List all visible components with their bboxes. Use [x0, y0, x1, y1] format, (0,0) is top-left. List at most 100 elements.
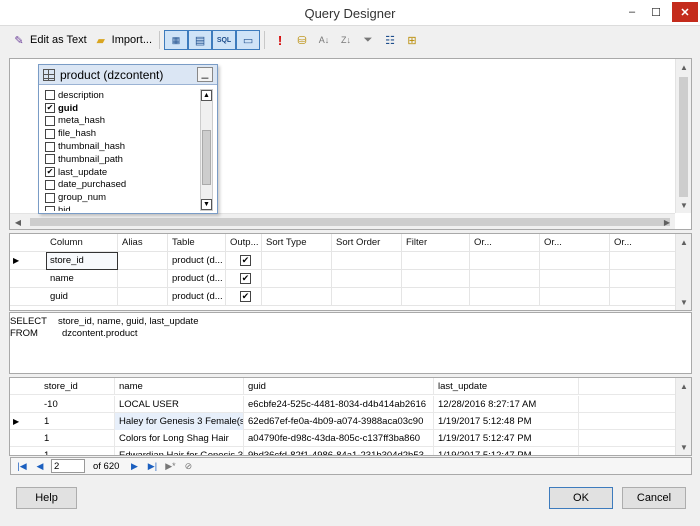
sql-pane-button[interactable]: SQL [212, 30, 237, 50]
scroll-down-icon[interactable]: ▼ [201, 199, 212, 210]
criteria-alias-cell[interactable] [118, 270, 168, 288]
column-item[interactable]: date_purchased [45, 179, 215, 192]
row-indicator-icon[interactable] [10, 288, 46, 305]
criteria-cell[interactable] [470, 288, 540, 306]
edit-as-text-button[interactable]: ✎ Edit as Text [8, 30, 90, 50]
column-item[interactable]: thumbnail_path [45, 153, 215, 166]
column-checkbox[interactable] [45, 205, 55, 211]
criteria-column-header[interactable]: Sort Type [262, 234, 332, 252]
criteria-cell[interactable] [402, 252, 470, 270]
criteria-cell[interactable] [402, 288, 470, 306]
results-column-header[interactable]: last_update [434, 378, 579, 395]
criteria-table-cell[interactable]: product (d... [168, 252, 226, 270]
criteria-cell[interactable] [332, 270, 402, 288]
criteria-alias-cell[interactable] [118, 288, 168, 306]
criteria-cell[interactable] [610, 288, 677, 306]
column-checkbox[interactable]: ✔ [45, 167, 55, 178]
previous-record-icon[interactable]: ◀ [33, 459, 47, 473]
criteria-column-header[interactable]: Or... [540, 234, 610, 252]
criteria-column-header[interactable]: Table [168, 234, 226, 252]
row-indicator-icon[interactable] [10, 270, 46, 287]
minimize-icon[interactable]: _ [197, 66, 213, 82]
run-button[interactable]: ! [269, 30, 291, 50]
criteria-column-cell[interactable]: name [46, 270, 118, 288]
results-column-header[interactable]: store_id [40, 378, 115, 395]
results-cell-guid[interactable]: 62ed67ef-fe0a-4b09-a074-3988aca03c90 [244, 413, 434, 430]
scroll-right-icon[interactable]: ▶ [659, 214, 675, 230]
criteria-cell[interactable] [262, 270, 332, 288]
record-position-input[interactable] [51, 459, 85, 473]
results-cell-name[interactable]: LOCAL USER [115, 396, 244, 413]
criteria-column-header[interactable]: Outp... [226, 234, 262, 252]
output-checkbox[interactable]: ✔ [240, 290, 251, 302]
help-button[interactable]: Help [16, 487, 77, 509]
row-indicator-icon[interactable]: ▶ [10, 413, 40, 429]
scroll-up-icon[interactable]: ▲ [201, 90, 212, 101]
column-checkbox[interactable] [45, 128, 55, 139]
column-item[interactable]: description [45, 89, 215, 102]
column-item[interactable]: meta_hash [45, 115, 215, 128]
table-window-product[interactable]: product (dzcontent) _ description ✔ guid me… [38, 64, 218, 214]
cancel-query-icon[interactable]: ⊘ [181, 459, 195, 473]
add-table-button[interactable]: ⊞ [401, 30, 423, 50]
column-item[interactable]: ✔ last_update [45, 166, 215, 179]
results-cell-store-id[interactable]: 1 [40, 413, 115, 430]
criteria-cell[interactable] [470, 270, 540, 288]
criteria-column-header[interactable]: Or... [470, 234, 540, 252]
column-item[interactable]: hid... [45, 204, 215, 211]
remove-filter-button[interactable]: ⏷ [357, 30, 379, 50]
results-cell-store-id[interactable]: 1 [40, 430, 115, 447]
column-checkbox[interactable] [45, 115, 55, 126]
column-item[interactable]: thumbnail_hash [45, 140, 215, 153]
criteria-column-cell[interactable]: store_id [46, 252, 118, 270]
criteria-table-cell[interactable]: product (d... [168, 270, 226, 288]
diagram-vertical-scrollbar[interactable]: ▲ ▼ [675, 59, 691, 213]
maximize-button[interactable]: ☐ [646, 2, 666, 22]
results-column-header[interactable]: name [115, 378, 244, 395]
first-record-icon[interactable]: |◀ [15, 459, 29, 473]
criteria-column-cell[interactable]: guid [46, 288, 118, 306]
criteria-cell[interactable] [332, 288, 402, 306]
row-indicator-icon[interactable] [10, 396, 40, 412]
diagram-pane-button[interactable]: ▦ [164, 30, 189, 50]
scroll-up-icon[interactable]: ▲ [676, 59, 692, 75]
scroll-up-icon[interactable]: ▲ [676, 234, 691, 250]
results-row[interactable]: ▶ 1 Haley for Genesis 3 Female(s)... 62ed67… [10, 413, 675, 430]
results-cell-store-id[interactable]: -10 [40, 396, 115, 413]
results-cell-guid[interactable]: e6cbfe24-525c-4481-8034-d4b414ab2616 [244, 396, 434, 413]
column-checkbox[interactable] [45, 90, 55, 101]
results-column-header[interactable]: guid [244, 378, 434, 395]
scroll-up-icon[interactable]: ▲ [676, 378, 691, 394]
output-checkbox[interactable]: ✔ [240, 254, 251, 266]
criteria-row[interactable]: ▶ store_id product (d... ✔ [10, 252, 677, 270]
criteria-column-header[interactable]: Column [46, 234, 118, 252]
results-cell-name[interactable]: Haley for Genesis 3 Female(s)... [115, 413, 244, 430]
scroll-thumb[interactable] [30, 218, 670, 226]
column-item[interactable]: group_num [45, 191, 215, 204]
results-row[interactable]: 1 Edwardian Hair for Genesis 3 ... 9bd36cf… [10, 447, 675, 455]
results-cell-last-update[interactable]: 1/19/2017 5:12:47 PM [434, 430, 579, 447]
group-by-button[interactable]: ☷ [379, 30, 401, 50]
column-checkbox[interactable] [45, 154, 55, 165]
scroll-down-icon[interactable]: ▼ [676, 439, 691, 455]
output-checkbox[interactable]: ✔ [240, 272, 251, 284]
criteria-cell[interactable] [540, 270, 610, 288]
column-item[interactable]: ✔ guid [45, 102, 215, 115]
column-checkbox[interactable]: ✔ [45, 103, 55, 114]
column-checkbox[interactable] [45, 179, 55, 190]
last-record-icon[interactable]: ▶| [145, 459, 159, 473]
import-button[interactable]: ▰ Import... [90, 30, 155, 50]
criteria-cell[interactable] [540, 288, 610, 306]
criteria-vertical-scrollbar[interactable]: ▲ ▼ [675, 234, 691, 310]
results-vertical-scrollbar[interactable]: ▲ ▼ [675, 378, 691, 455]
criteria-cell[interactable] [402, 270, 470, 288]
criteria-cell[interactable] [540, 252, 610, 270]
sort-ascending-button[interactable]: A↓ [313, 30, 335, 50]
table-window-header[interactable]: product (dzcontent) _ [39, 65, 217, 85]
criteria-cell[interactable] [610, 252, 677, 270]
criteria-cell[interactable] [262, 288, 332, 306]
criteria-cell[interactable] [470, 252, 540, 270]
ok-button[interactable]: OK [549, 487, 613, 509]
criteria-column-header[interactable]: Alias [118, 234, 168, 252]
scroll-left-icon[interactable]: ◀ [10, 214, 26, 230]
